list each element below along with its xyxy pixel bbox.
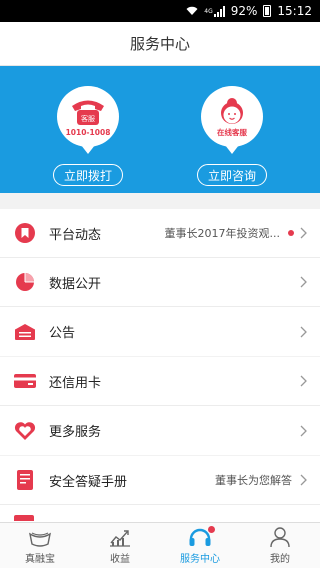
bookmark-icon xyxy=(14,222,36,244)
announcement-icon xyxy=(14,321,36,343)
consult-now-button[interactable]: 立即咨询 xyxy=(196,164,267,186)
clock: 15:12 xyxy=(277,4,312,18)
tab-me[interactable]: 我的 xyxy=(240,523,320,568)
heart-icon xyxy=(14,420,36,442)
tab-service-center[interactable]: 服务中心 xyxy=(160,523,240,568)
pie-chart-icon xyxy=(14,271,36,293)
notification-badge xyxy=(208,526,215,533)
battery-percent: 92% xyxy=(230,4,258,18)
tab-home[interactable]: 真融宝 xyxy=(0,523,80,568)
handbook-icon xyxy=(14,469,36,491)
credit-card-icon xyxy=(14,370,36,392)
handbook-section: 安全答疑手册 董事长为您解答 xyxy=(0,456,320,522)
chevron-right-icon xyxy=(300,276,308,288)
phone-badge-text: 客服 xyxy=(81,114,95,123)
chevron-right-icon xyxy=(300,375,308,387)
tab-bar: 真融宝 收益 服务中心 我的 xyxy=(0,522,320,568)
tab-earnings[interactable]: 收益 xyxy=(80,523,160,568)
call-now-button[interactable]: 立即拨打 xyxy=(52,164,123,186)
chevron-right-icon xyxy=(300,474,308,486)
nav-bar: 服务中心 xyxy=(0,22,320,66)
page-title: 服务中心 xyxy=(129,35,190,53)
signal-icon xyxy=(213,5,225,17)
list-item-data-disclosure[interactable]: 数据公开 xyxy=(0,258,320,307)
trend-chart-icon xyxy=(110,530,130,547)
phone-pin[interactable]: 客服 1010-1008 xyxy=(57,86,119,155)
partial-row xyxy=(0,505,320,521)
list-item-more-services[interactable]: 更多服务 xyxy=(0,406,320,455)
list-item-label: 安全答疑手册 xyxy=(49,474,128,490)
list-item-label: 数据公开 xyxy=(49,276,102,292)
list-item-subtitle: 董事长2017年投资观... xyxy=(164,227,280,240)
phone-service: 客服 1010-1008 立即拨打 xyxy=(40,86,136,186)
chevron-right-icon xyxy=(300,326,308,338)
list-item-subtitle: 董事长为您解答 xyxy=(215,474,292,487)
info-section: 平台动态 董事长2017年投资观... 数据公开 公告 xyxy=(0,209,320,356)
wifi-icon xyxy=(186,6,198,16)
unread-dot xyxy=(288,230,294,236)
list-item-label: 公告 xyxy=(49,326,76,341)
list-item-announcement[interactable]: 公告 xyxy=(0,307,320,356)
partial-item-icon xyxy=(14,515,34,521)
person-icon xyxy=(270,527,290,548)
bowl-icon xyxy=(29,532,51,547)
list-item-label: 平台动态 xyxy=(49,227,102,243)
chevron-right-icon xyxy=(300,425,308,437)
chevron-right-icon xyxy=(300,227,308,239)
status-bar: 4G 92% 15:12 xyxy=(0,0,320,22)
list-item-platform-news[interactable]: 平台动态 董事长2017年投资观... xyxy=(0,209,320,258)
list-item-credit-card[interactable]: 还信用卡 xyxy=(0,357,320,406)
battery-icon xyxy=(263,5,272,17)
service-hero: 客服 1010-1008 立即拨打 在线客服 立即咨询 xyxy=(0,66,320,193)
list-item-security-handbook[interactable]: 安全答疑手册 董事长为您解答 xyxy=(0,456,320,505)
tab-label: 服务中心 xyxy=(180,554,220,565)
list-item-label: 更多服务 xyxy=(49,425,102,440)
hotline-number: 1010-1008 xyxy=(65,127,111,137)
tab-label: 真融宝 xyxy=(25,554,55,565)
tab-label: 我的 xyxy=(270,554,290,565)
network-type: 4G xyxy=(204,7,213,15)
telephone-icon: 客服 xyxy=(72,100,104,125)
agent-avatar-icon xyxy=(221,97,243,124)
list-item-label: 还信用卡 xyxy=(49,375,102,391)
tab-label: 收益 xyxy=(110,554,130,565)
service-section: 还信用卡 更多服务 xyxy=(0,357,320,455)
chat-service: 在线客服 立即咨询 xyxy=(184,86,280,186)
chat-pin[interactable]: 在线客服 xyxy=(201,86,263,155)
chat-badge-text: 在线客服 xyxy=(217,127,247,137)
